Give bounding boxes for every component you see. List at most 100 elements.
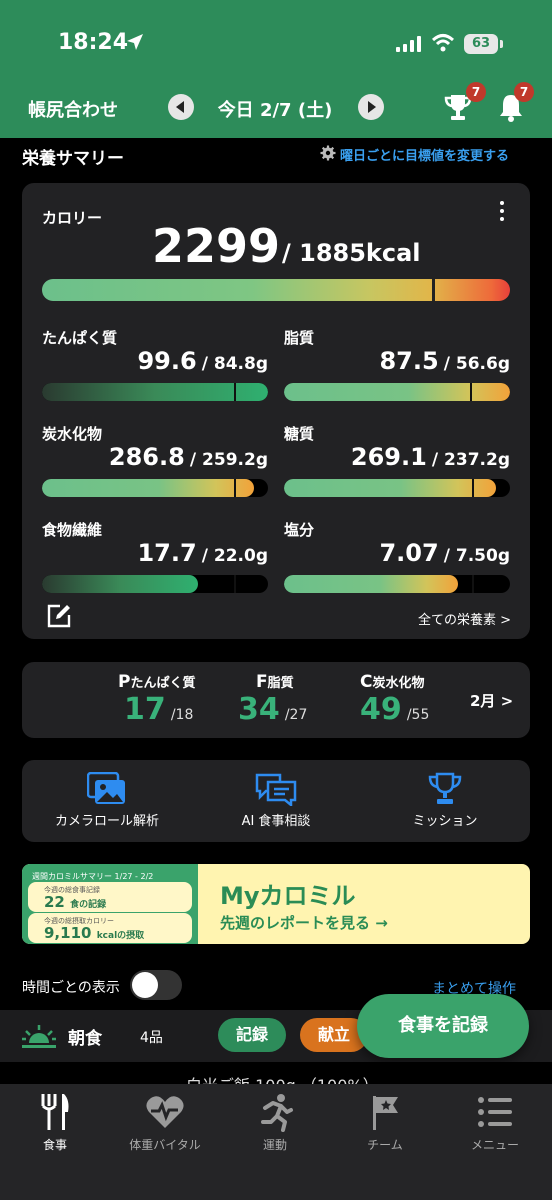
nutrient-value: 286.8 / 259.2g [108,443,268,471]
trophy-badge: 7 [466,82,486,102]
nutrient-name: 脂質 [284,329,315,347]
calorie-target: / 1885kcal [282,239,421,267]
nutrient-value: 17.7 / 22.0g [137,539,268,567]
nutrient-salt[interactable]: 塩分 7.07 / 7.50g [284,519,510,609]
shortcut-label: ミッション [412,814,478,829]
tab-label: チーム [367,1138,403,1152]
nutrient-fiber[interactable]: 食物繊維 17.7 / 22.0g [42,519,268,609]
nutrient-progress-bar [42,383,268,401]
tab-label: 体重バイタル [129,1138,201,1152]
tab-team[interactable]: チーム [330,1092,440,1153]
edit-icon[interactable] [46,603,72,629]
tab-label: メニュー [470,1138,519,1152]
sunrise-icon [22,1025,56,1048]
meal-item-partial: 白米ご飯 100g （100%） [186,1072,379,1084]
pfc-fat: F脂質 34 /27 [238,672,308,727]
summary-title: 栄養サマリー [22,149,124,169]
calorie-target-marker [432,277,435,303]
battery-icon: 63 [464,34,498,54]
month-link[interactable]: 2月 > [470,690,513,711]
nutrient-progress-bar [284,575,510,593]
change-goal-link[interactable]: 曜日ごとに目標値を変更する [320,145,509,164]
nutrient-progress-bar [284,479,510,497]
nutrient-name: 炭水化物 [42,425,103,443]
nutrient-value: 99.6 / 84.8g [137,347,268,375]
date-nav-bar: 帳尻合わせ 今日 2/7 (土) 7 7 [0,82,552,138]
more-options-icon[interactable] [498,201,506,223]
nutrient-progress-bar [284,383,510,401]
heart-pulse-icon [146,1096,184,1128]
nutrient-fill [42,575,198,593]
photo-gallery-icon [87,772,125,804]
pfc-protein: Pたんぱく質 17 /18 [118,672,196,727]
brand-label[interactable]: 帳尻合わせ [28,96,118,122]
record-meal-fab[interactable]: 食事を記録 [357,994,529,1058]
mission-button[interactable]: ミッション [360,772,530,829]
weekly-meals-row: 今週の総食事記録 22 食の記録 [28,882,192,912]
hourly-display-label: 時間ごとの表示 [22,980,120,996]
nutrient-name: 塩分 [284,521,315,539]
pfc-balance-card[interactable]: Pたんぱく質 17 /18 F脂質 34 /27 C炭水化物 49 /55 2月… [22,662,530,738]
banner-header: 週間カロミルサマリー 1/27 - 2/2 [32,872,154,881]
nutrient-name: 糖質 [284,425,315,443]
tab-label: 運動 [262,1138,287,1152]
wifi-icon [431,34,455,52]
trophy-icon [428,772,462,804]
nutrient-name: たんぱく質 [42,329,118,347]
next-day-button[interactable] [358,94,384,120]
battery-tip [500,40,503,48]
ai-consult-button[interactable]: AI 食事相談 [191,772,361,829]
status-time: 18:24 [58,30,129,55]
current-date[interactable]: 今日 2/7 (土) [205,96,345,122]
pfc-carbs: C炭水化物 49 /55 [360,672,430,727]
weekly-report-banner[interactable]: 週間カロミルサマリー 1/27 - 2/2 今週の総食事記録 22 食の記録 今… [22,864,530,944]
nutrition-summary-card: カロリー 2299 / 1885kcal たんぱく質 99.6 / 84.8g … [22,183,530,639]
fork-knife-icon [41,1094,69,1130]
nutrient-fill [42,479,255,497]
nutrient-fat[interactable]: 脂質 87.5 / 56.6g [284,327,510,417]
tab-meal[interactable]: 食事 [0,1092,110,1153]
tab-weight-vital[interactable]: 体重バイタル [110,1092,220,1153]
weekly-kcal-row: 今週の総摂取カロリー 9,110 kcalの摂取 [28,913,192,943]
nutrient-name: 食物繊維 [42,521,103,539]
nutrient-fill [284,575,459,593]
previous-day-button[interactable] [168,94,194,120]
tab-label: 食事 [42,1138,67,1152]
weekly-summary-panel: 週間カロミルサマリー 1/27 - 2/2 今週の総食事記録 22 食の記録 今… [22,864,198,944]
nutrient-progress-bar [42,479,268,497]
nutrient-fill [284,479,497,497]
notification-badge: 7 [514,82,534,102]
record-button[interactable]: 記録 [218,1018,286,1052]
all-nutrients-link[interactable]: 全ての栄養素 > [418,609,511,628]
meal-item-count: 4品 [140,1030,163,1046]
banner-subtitle: 先週のレポートを見る → [220,914,388,932]
banner-title: Myカロミル [220,882,356,910]
toggle-knob [132,972,158,998]
nutrient-value: 269.1 / 237.2g [350,443,510,471]
list-menu-icon [478,1097,512,1127]
running-icon [261,1094,293,1132]
bottom-tab-bar: 食事 体重バイタル 運動 チーム メニュー [0,1084,552,1200]
app-header: 18:24 63 帳尻合わせ 今日 2/7 (土) 7 7 [0,0,552,138]
shortcut-label: AI 食事相談 [241,814,311,829]
signal-icon [396,36,422,52]
flag-icon [373,1096,398,1130]
camera-roll-analysis-button[interactable]: カメラロール解析 [22,772,192,829]
status-bar: 18:24 63 [0,0,552,88]
calorie-value: 2299 [152,219,281,273]
calorie-progress-bar [42,279,510,301]
shortcut-label: カメラロール解析 [54,814,159,829]
tab-exercise[interactable]: 運動 [220,1092,330,1153]
nutrient-carbs[interactable]: 炭水化物 286.8 / 259.2g [42,423,268,513]
chat-bubbles-icon [255,773,297,806]
shortcut-card: カメラロール解析 AI 食事相談 ミッション [22,760,530,842]
calorie-label: カロリー [42,209,103,227]
nutrient-sugar[interactable]: 糖質 269.1 / 237.2g [284,423,510,513]
location-arrow-icon [127,34,143,50]
nutrient-value: 7.07 / 7.50g [379,539,510,567]
hourly-display-toggle[interactable] [130,970,182,1000]
meal-name: 朝食 [68,1029,102,1049]
nutrient-protein[interactable]: たんぱく質 99.6 / 84.8g [42,327,268,417]
tab-menu[interactable]: メニュー [440,1092,550,1153]
nutrient-fill [284,383,510,401]
